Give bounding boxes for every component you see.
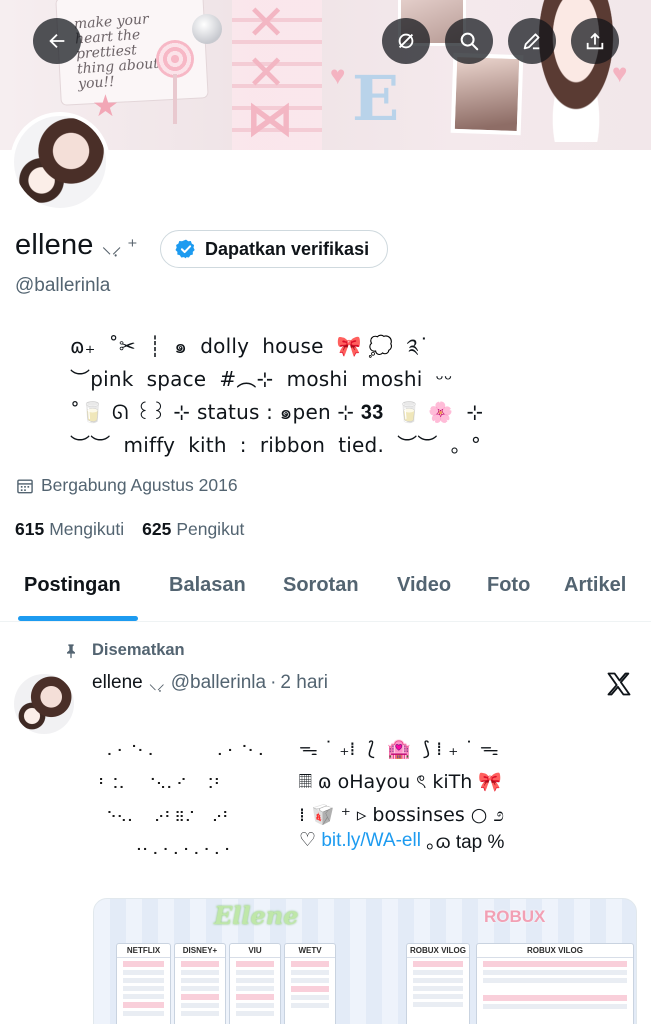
profile-banner[interactable]: make your heart the prettiest thing abou… <box>0 0 651 150</box>
grok-button[interactable] <box>382 18 430 64</box>
profile-handle: @ballerinla <box>15 275 111 296</box>
edit-button[interactable] <box>508 18 556 64</box>
banner-lollipop-stick <box>173 74 177 124</box>
x-logo-icon <box>607 672 631 696</box>
post-author-name[interactable]: ellene <box>92 672 143 694</box>
media-panel: VIU <box>229 943 281 1024</box>
profile-tabs: Postingan Balasan Sorotan Video Foto Art… <box>0 560 651 622</box>
joined-date-text: Bergabung Agustus 2016 <box>41 475 238 495</box>
active-tab-indicator <box>18 616 138 621</box>
media-panel-title: DISNEY+ <box>175 944 225 958</box>
media-panel-title: ROBUX VILOG <box>477 944 633 958</box>
verified-badge-icon <box>175 239 195 259</box>
media-panel: ROBUX VILOG <box>406 943 470 1024</box>
post-braille-art: ⠄⠂⠈⠂⠄ ⠄⠂⠈⠂⠄ ⠃⠨⠄ ⠈⠢⠄⠊ ⠨⠃ ⠑⠢⠄ ⠔⠃⠿⠌ ⠔⠃ ⠐⠂⠄⠂… <box>98 744 268 859</box>
profile-avatar[interactable] <box>10 112 110 212</box>
followers-link[interactable]: 625 Pengikut <box>142 519 244 540</box>
media-title-right: ROBUX <box>484 907 546 926</box>
banner-heart-icon: ♥ <box>330 60 346 90</box>
pin-icon <box>67 643 75 658</box>
following-link[interactable]: 615 Mengikuti <box>15 519 124 540</box>
back-button[interactable] <box>33 18 81 64</box>
banner-letter: E <box>352 62 400 135</box>
media-panel: WETV <box>284 943 336 1024</box>
get-verified-label: Dapatkan verifikasi <box>205 238 370 259</box>
get-verified-button[interactable]: Dapatkan verifikasi <box>160 230 389 268</box>
share-button[interactable] <box>571 18 619 64</box>
following-count: 615 <box>15 519 45 539</box>
display-name-row: ellene ⸜⸝̣ ⁺ <box>15 229 138 262</box>
search-icon <box>460 32 479 51</box>
banner-bell <box>192 14 222 44</box>
followers-label: Pengikut <box>176 519 245 539</box>
banner-lollipop <box>156 40 194 78</box>
post-author-handle[interactable]: @ballerinla <box>171 672 266 694</box>
media-title-left: Ellene <box>214 901 299 930</box>
post-media-image[interactable]: Ellene ROBUX NETFLIX DISNEY+ VIU WETV RO… <box>93 898 637 1024</box>
pinned-label: Disematkan <box>63 641 185 660</box>
profile-bio: ɷ₊ ˚✂︎ ┊ ๑ dolly house 🎀 💭 ༉˙ ︶pink spac… <box>70 334 484 457</box>
follow-stats: 615 Mengikuti 625 Pengikut <box>15 519 262 540</box>
media-panel-title: VIU <box>230 944 280 958</box>
tab-artikel[interactable]: Artikel <box>564 574 626 597</box>
post-link[interactable]: bit.ly/WA-ell <box>321 830 421 852</box>
banner-lace-x: ✕ <box>246 47 287 100</box>
media-panel: NETFLIX <box>116 943 171 1024</box>
display-name: ellene <box>15 229 94 261</box>
media-panel: DISNEY+ <box>174 943 226 1024</box>
post-header: ellene ⸜⸝̣ @ballerinla · 2 hari <box>92 672 328 694</box>
joined-date: Bergabung Agustus 2016 <box>15 475 238 496</box>
tab-foto[interactable]: Foto <box>487 574 530 597</box>
edit-icon <box>523 33 540 50</box>
back-arrow-icon <box>49 33 65 49</box>
media-panel-title: NETFLIX <box>117 944 170 958</box>
media-panel: ROBUX VILOG <box>476 943 634 1024</box>
post-author-avatar[interactable] <box>14 674 74 734</box>
pinned-text: Disematkan <box>92 641 185 659</box>
tab-balasan[interactable]: Balasan <box>169 574 246 597</box>
display-name-emoji: ⸜⸝̣ ⁺ <box>101 236 138 258</box>
banner-star-icon: ★ <box>92 90 119 123</box>
banner-lace-x: ✕ <box>246 0 287 50</box>
heart-icon: ♡ <box>299 830 317 851</box>
tab-video[interactable]: Video <box>397 574 451 597</box>
tab-postingan[interactable]: Postingan <box>24 574 121 597</box>
following-label: Mengikuti <box>49 519 125 539</box>
followers-count: 625 <box>142 519 172 539</box>
post-separator: · <box>270 672 277 693</box>
post-timestamp[interactable]: 2 hari <box>280 672 328 694</box>
post-link-line: ♡ bit.ly/WA-ell ｡ɷ tap % <box>299 827 504 854</box>
calendar-icon <box>17 478 33 493</box>
post-text: ᯓ ˙ ₊⁞ ⟅ 🏩 ⟆ ⁞ ₊ ˙ ᯓ 𝄜 ɷ oHayou ৎ kiTh 🎀… <box>299 738 505 826</box>
post-author-emoji: ⸜⸝̣ <box>148 676 165 693</box>
media-panel-title: ROBUX VILOG <box>407 944 469 958</box>
post-link-suffix: ｡ɷ tap % <box>420 832 505 853</box>
tab-sorotan[interactable]: Sorotan <box>283 574 359 597</box>
banner-photo <box>450 52 524 136</box>
banner-bow: ⋈ <box>246 93 294 146</box>
grok-icon <box>398 33 414 49</box>
media-panel-title: WETV <box>285 944 335 958</box>
share-icon <box>586 32 604 50</box>
search-button[interactable] <box>445 18 493 64</box>
